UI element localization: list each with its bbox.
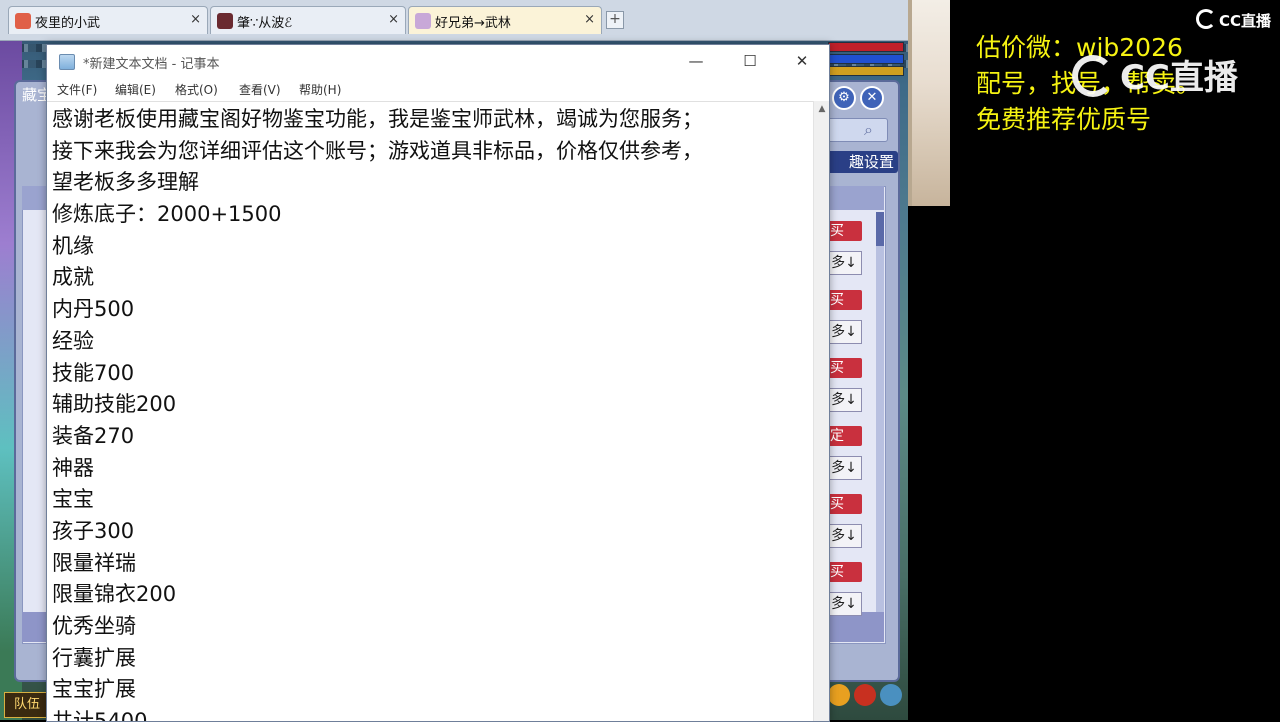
avatar-icon bbox=[217, 13, 233, 29]
browser-tab-bar: 夜里的小武 × 肇∵从波ℰ × 好兄弟→武林 × + bbox=[0, 0, 908, 41]
tab-1[interactable]: 夜里的小武 × bbox=[8, 6, 208, 34]
text-line: 优秀坐骑 bbox=[52, 614, 136, 638]
close-icon[interactable]: × bbox=[584, 12, 595, 27]
cc-logo-small: CC直播 bbox=[1196, 9, 1271, 31]
text-line: 神器 bbox=[52, 455, 94, 480]
emote-icon[interactable] bbox=[828, 684, 850, 706]
mp-bar bbox=[828, 54, 904, 64]
sort-button[interactable]: 多↓ bbox=[826, 524, 862, 548]
text-line: 限量祥瑞 bbox=[52, 550, 136, 575]
text-line: 成就 bbox=[52, 265, 94, 290]
sort-button[interactable]: 多↓ bbox=[826, 592, 862, 616]
notepad-app-icon bbox=[59, 54, 75, 70]
text-line: 技能700 bbox=[52, 360, 135, 385]
webcam-border bbox=[908, 0, 912, 206]
minimize-button[interactable]: — bbox=[673, 47, 719, 75]
confirm-button[interactable]: 定 bbox=[826, 426, 862, 446]
text-line: 宝宝 bbox=[52, 487, 94, 512]
tab-label: 肇∵从波ℰ bbox=[237, 16, 293, 31]
text-line: 辅助技能200 bbox=[52, 392, 177, 417]
listing-scroll-thumb[interactable] bbox=[876, 212, 884, 246]
notepad-titlebar[interactable]: *新建文本文档 - 记事本 — ☐ ✕ bbox=[47, 45, 829, 77]
menu-bar: 文件(F) 编辑(E) 格式(O) 查看(V) 帮助(H) bbox=[47, 77, 829, 101]
game-search-input[interactable] bbox=[826, 118, 888, 142]
tab-label: 好兄弟→武林 bbox=[435, 16, 511, 31]
editor-lines: 感谢老板使用藏宝阁好物鉴宝功能，我是鉴宝师武林，竭诚为您服务； 接下来我会为您详细… bbox=[52, 104, 812, 721]
settings-tab[interactable]: 趣设置 bbox=[818, 151, 898, 173]
exp-bar bbox=[828, 66, 904, 76]
sort-button[interactable]: 多↓ bbox=[826, 388, 862, 412]
cc-watermark: CC直播 bbox=[1072, 50, 1238, 99]
text-line: 经验 bbox=[52, 328, 94, 353]
buy-button[interactable]: 买 bbox=[826, 290, 862, 310]
sort-button[interactable]: 多↓ bbox=[826, 251, 862, 275]
buy-button[interactable]: 买 bbox=[826, 221, 862, 241]
status-bars bbox=[828, 40, 906, 80]
close-icon[interactable]: ✕ bbox=[860, 86, 884, 110]
menu-file[interactable]: 文件(F) bbox=[57, 81, 97, 98]
cc-watermark-icon bbox=[1072, 55, 1114, 97]
text-line: 孩子300 bbox=[52, 518, 135, 543]
close-icon[interactable]: × bbox=[190, 12, 201, 27]
team-button[interactable]: 队伍 bbox=[4, 692, 50, 718]
menu-view[interactable]: 查看(V) bbox=[239, 81, 281, 98]
text-line: 修炼底子：2000+1500 bbox=[52, 202, 282, 227]
close-icon[interactable]: × bbox=[388, 12, 399, 27]
maximize-button[interactable]: ☐ bbox=[727, 47, 773, 75]
notepad-window: *新建文本文档 - 记事本 — ☐ ✕ 文件(F) 编辑(E) 格式(O) 查看… bbox=[46, 44, 830, 722]
cc-logo-icon bbox=[1196, 9, 1216, 29]
webcam-feed bbox=[908, 0, 950, 206]
text-line: 机缘 bbox=[52, 233, 94, 258]
system-icon[interactable] bbox=[854, 684, 876, 706]
avatar-icon bbox=[15, 13, 31, 29]
tab-label: 夜里的小武 bbox=[35, 16, 101, 31]
text-line: 内丹500 bbox=[52, 297, 135, 322]
vertical-scrollbar[interactable]: ▲ bbox=[813, 101, 829, 721]
cc-watermark-text: CC直播 bbox=[1120, 58, 1238, 98]
text-line: 感谢老板使用藏宝阁好物鉴宝功能，我是鉴宝师武林，竭诚为您服务； bbox=[52, 107, 703, 131]
search-icon[interactable]: ⌕ bbox=[864, 120, 873, 140]
text-line: 装备270 bbox=[52, 423, 135, 448]
tab-3[interactable]: 好兄弟→武林 × bbox=[408, 6, 602, 34]
game-toolbar bbox=[826, 684, 906, 714]
listing-scrollbar[interactable] bbox=[876, 212, 884, 612]
close-button[interactable]: ✕ bbox=[779, 47, 825, 75]
screen-icon[interactable] bbox=[880, 684, 902, 706]
hp-bar bbox=[828, 42, 904, 52]
tab-2[interactable]: 肇∵从波ℰ × bbox=[210, 6, 406, 34]
sort-button[interactable]: 多↓ bbox=[826, 320, 862, 344]
scroll-up-icon[interactable]: ▲ bbox=[814, 101, 829, 117]
promo-line: 免费推荐优质号 bbox=[976, 105, 1152, 134]
buy-button[interactable]: 买 bbox=[826, 358, 862, 378]
text-line: 接下来我会为您详细评估这个账号；游戏道具非标品，价格仅供参考， bbox=[52, 138, 703, 163]
sort-button[interactable]: 多↓ bbox=[826, 456, 862, 480]
text-line: 行囊扩展 bbox=[52, 645, 136, 670]
menu-help[interactable]: 帮助(H) bbox=[299, 81, 341, 98]
buy-button[interactable]: 买 bbox=[826, 562, 862, 582]
buy-button[interactable]: 买 bbox=[826, 494, 862, 514]
menu-format[interactable]: 格式(O) bbox=[175, 81, 218, 98]
text-line: 望老板多多理解 bbox=[52, 170, 199, 195]
new-tab-button[interactable]: + bbox=[606, 11, 624, 29]
text-line: 限量锦衣200 bbox=[52, 582, 177, 607]
menu-edit[interactable]: 编辑(E) bbox=[115, 81, 156, 98]
text-line: 宝宝扩展 bbox=[52, 677, 136, 702]
avatar-icon bbox=[415, 13, 431, 29]
gear-icon[interactable]: ⚙ bbox=[832, 86, 856, 110]
cc-logo-text: CC直播 bbox=[1219, 12, 1272, 30]
text-editor[interactable]: 感谢老板使用藏宝阁好物鉴宝功能，我是鉴宝师武林，竭诚为您服务； 接下来我会为您详细… bbox=[47, 101, 813, 721]
window-title: *新建文本文档 - 记事本 bbox=[83, 57, 220, 72]
